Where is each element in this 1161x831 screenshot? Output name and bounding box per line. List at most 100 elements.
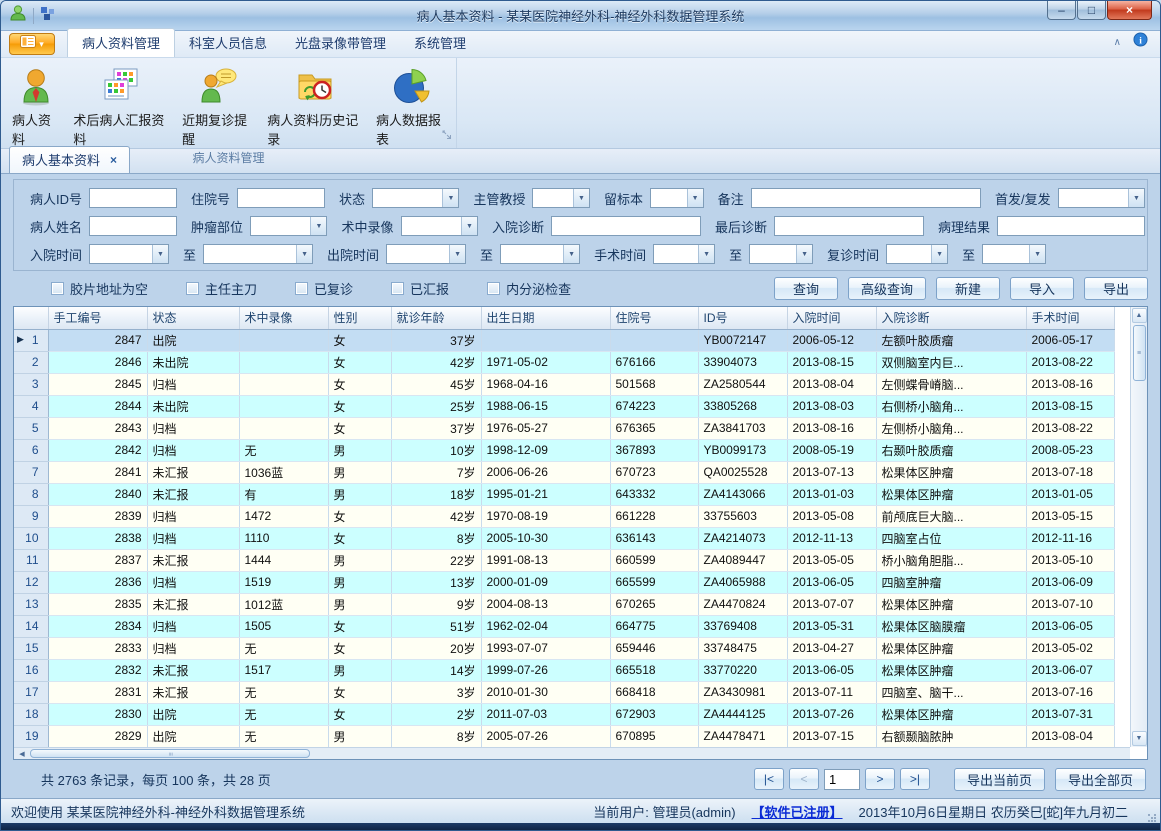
cell-4[interactable]: 37岁	[391, 329, 481, 351]
import-button[interactable]: 导入	[1010, 277, 1074, 300]
cell-9[interactable]: 松果体区肿瘤	[876, 637, 1026, 659]
row-indicator[interactable]: 10	[14, 527, 48, 549]
cell-3[interactable]: 女	[328, 637, 391, 659]
cell-6[interactable]: 501568	[610, 373, 698, 395]
cell-2[interactable]: 无	[239, 637, 328, 659]
cell-7[interactable]: ZA2580544	[698, 373, 787, 395]
row-indicator[interactable]: 18	[14, 703, 48, 725]
cell-10[interactable]: 2013-06-09	[1026, 571, 1114, 593]
cell-4[interactable]: 9岁	[391, 593, 481, 615]
horizontal-scrollbar[interactable]: ◀ ≡	[14, 747, 1130, 759]
cell-4[interactable]: 3岁	[391, 681, 481, 703]
vertical-scroll-thumb[interactable]: ≡	[1133, 325, 1146, 381]
cell-6[interactable]: 670723	[610, 461, 698, 483]
cell-7[interactable]: ZA4065988	[698, 571, 787, 593]
row-indicator[interactable]: 7	[14, 461, 48, 483]
cell-7[interactable]: 33805268	[698, 395, 787, 417]
dropdown-arrow-icon[interactable]: ▼	[449, 245, 465, 263]
cell-10[interactable]: 2013-05-02	[1026, 637, 1114, 659]
cell-5[interactable]: 1971-05-02	[481, 351, 610, 373]
table-row[interactable]: 82840未汇报有男18岁1995-01-21643332ZA414306620…	[14, 483, 1114, 505]
cell-1[interactable]: 归档	[147, 505, 239, 527]
next-page-button[interactable]: >	[865, 768, 895, 790]
cell-2[interactable]: 无	[239, 725, 328, 747]
cell-4[interactable]: 37岁	[391, 417, 481, 439]
column-header-4[interactable]: 就诊年龄	[391, 307, 481, 329]
cell-7[interactable]: 33769408	[698, 615, 787, 637]
filter-select-admission-time-from[interactable]: ▼	[89, 244, 169, 264]
cell-3[interactable]: 男	[328, 571, 391, 593]
cell-0[interactable]: 2834	[48, 615, 147, 637]
cell-9[interactable]: 四脑室肿瘤	[876, 571, 1026, 593]
cell-9[interactable]: 松果体区脑膜瘤	[876, 615, 1026, 637]
scroll-down-icon[interactable]: ▼	[1132, 731, 1147, 746]
cell-0[interactable]: 2835	[48, 593, 147, 615]
cell-8[interactable]: 2013-08-16	[787, 417, 876, 439]
column-header-7[interactable]: ID号	[698, 307, 787, 329]
cell-2[interactable]: 1036蓝	[239, 461, 328, 483]
cell-5[interactable]: 2000-01-09	[481, 571, 610, 593]
cell-4[interactable]: 25岁	[391, 395, 481, 417]
cell-1[interactable]: 归档	[147, 615, 239, 637]
row-indicator[interactable]: ▶1	[14, 329, 48, 351]
license-registered-link[interactable]: 【软件已注册】	[752, 802, 843, 821]
cell-5[interactable]: 2011-07-03	[481, 703, 610, 725]
cell-5[interactable]: 1988-06-15	[481, 395, 610, 417]
cell-0[interactable]: 2838	[48, 527, 147, 549]
cell-3[interactable]: 男	[328, 439, 391, 461]
cell-1[interactable]: 未汇报	[147, 681, 239, 703]
cell-3[interactable]: 女	[328, 329, 391, 351]
cell-8[interactable]: 2013-06-05	[787, 659, 876, 681]
export-current-page-button[interactable]: 导出当前页	[954, 768, 1045, 791]
horizontal-scroll-track[interactable]: ≡	[30, 749, 326, 758]
column-header-6[interactable]: 住院号	[610, 307, 698, 329]
cell-6[interactable]: 676365	[610, 417, 698, 439]
cell-1[interactable]: 归档	[147, 527, 239, 549]
filter-select-discharge-time-to[interactable]: ▼	[500, 244, 580, 264]
cell-7[interactable]: ZA3841703	[698, 417, 787, 439]
filter-select-specimen-kept[interactable]: ▼	[650, 188, 704, 208]
row-indicator[interactable]: 6	[14, 439, 48, 461]
cell-9[interactable]: 松果体区肿瘤	[876, 659, 1026, 681]
table-row[interactable]: 112837未汇报1444男22岁1991-08-13660599ZA40894…	[14, 549, 1114, 571]
cell-7[interactable]: ZA4478471	[698, 725, 787, 747]
cell-7[interactable]: ZA4214073	[698, 527, 787, 549]
cell-9[interactable]: 右侧桥小脑角...	[876, 395, 1026, 417]
cell-8[interactable]: 2013-07-07	[787, 593, 876, 615]
cell-8[interactable]: 2013-07-15	[787, 725, 876, 747]
cell-8[interactable]: 2008-05-19	[787, 439, 876, 461]
cell-9[interactable]: 双侧脑室内巨...	[876, 351, 1026, 373]
close-button[interactable]: ×	[1107, 1, 1152, 20]
cell-9[interactable]: 左额叶胶质瘤	[876, 329, 1026, 351]
titlebar[interactable]: 病人基本资料 - 某某医院神经外科-神经外科数据管理系统 – □ ×	[1, 1, 1160, 31]
cell-4[interactable]: 20岁	[391, 637, 481, 659]
ribbon-collapse-icon[interactable]: ∧	[1114, 37, 1121, 48]
cell-5[interactable]: 1970-08-19	[481, 505, 610, 527]
cell-3[interactable]: 男	[328, 725, 391, 747]
cell-5[interactable]: 2010-01-30	[481, 681, 610, 703]
cell-5[interactable]: 1976-05-27	[481, 417, 610, 439]
cell-6[interactable]: 672903	[610, 703, 698, 725]
minimize-button[interactable]: –	[1047, 1, 1076, 20]
cell-6[interactable]: 661228	[610, 505, 698, 527]
cell-3[interactable]: 女	[328, 703, 391, 725]
row-indicator[interactable]: 15	[14, 637, 48, 659]
row-indicator[interactable]: 2	[14, 351, 48, 373]
dropdown-arrow-icon[interactable]: ▼	[931, 245, 947, 263]
cell-2[interactable]	[239, 417, 328, 439]
cell-2[interactable]: 1519	[239, 571, 328, 593]
cell-8[interactable]: 2013-07-11	[787, 681, 876, 703]
quick-access-layout-icon[interactable]	[40, 5, 56, 26]
cell-6[interactable]: 670895	[610, 725, 698, 747]
cell-9[interactable]: 松果体区肿瘤	[876, 703, 1026, 725]
row-indicator[interactable]: 14	[14, 615, 48, 637]
export-button[interactable]: 导出	[1084, 277, 1148, 300]
cell-7[interactable]: 33904073	[698, 351, 787, 373]
cell-10[interactable]: 2013-06-05	[1026, 615, 1114, 637]
ribbon-button-recent-revisit-reminder[interactable]: 近期复诊提醒	[175, 62, 260, 150]
cell-2[interactable]: 有	[239, 483, 328, 505]
checkbox-chief-surgeon[interactable]: 主任主刀	[186, 279, 257, 298]
row-indicator[interactable]: 12	[14, 571, 48, 593]
column-header-0[interactable]: 手工编号	[48, 307, 147, 329]
cell-7[interactable]: QA0025528	[698, 461, 787, 483]
